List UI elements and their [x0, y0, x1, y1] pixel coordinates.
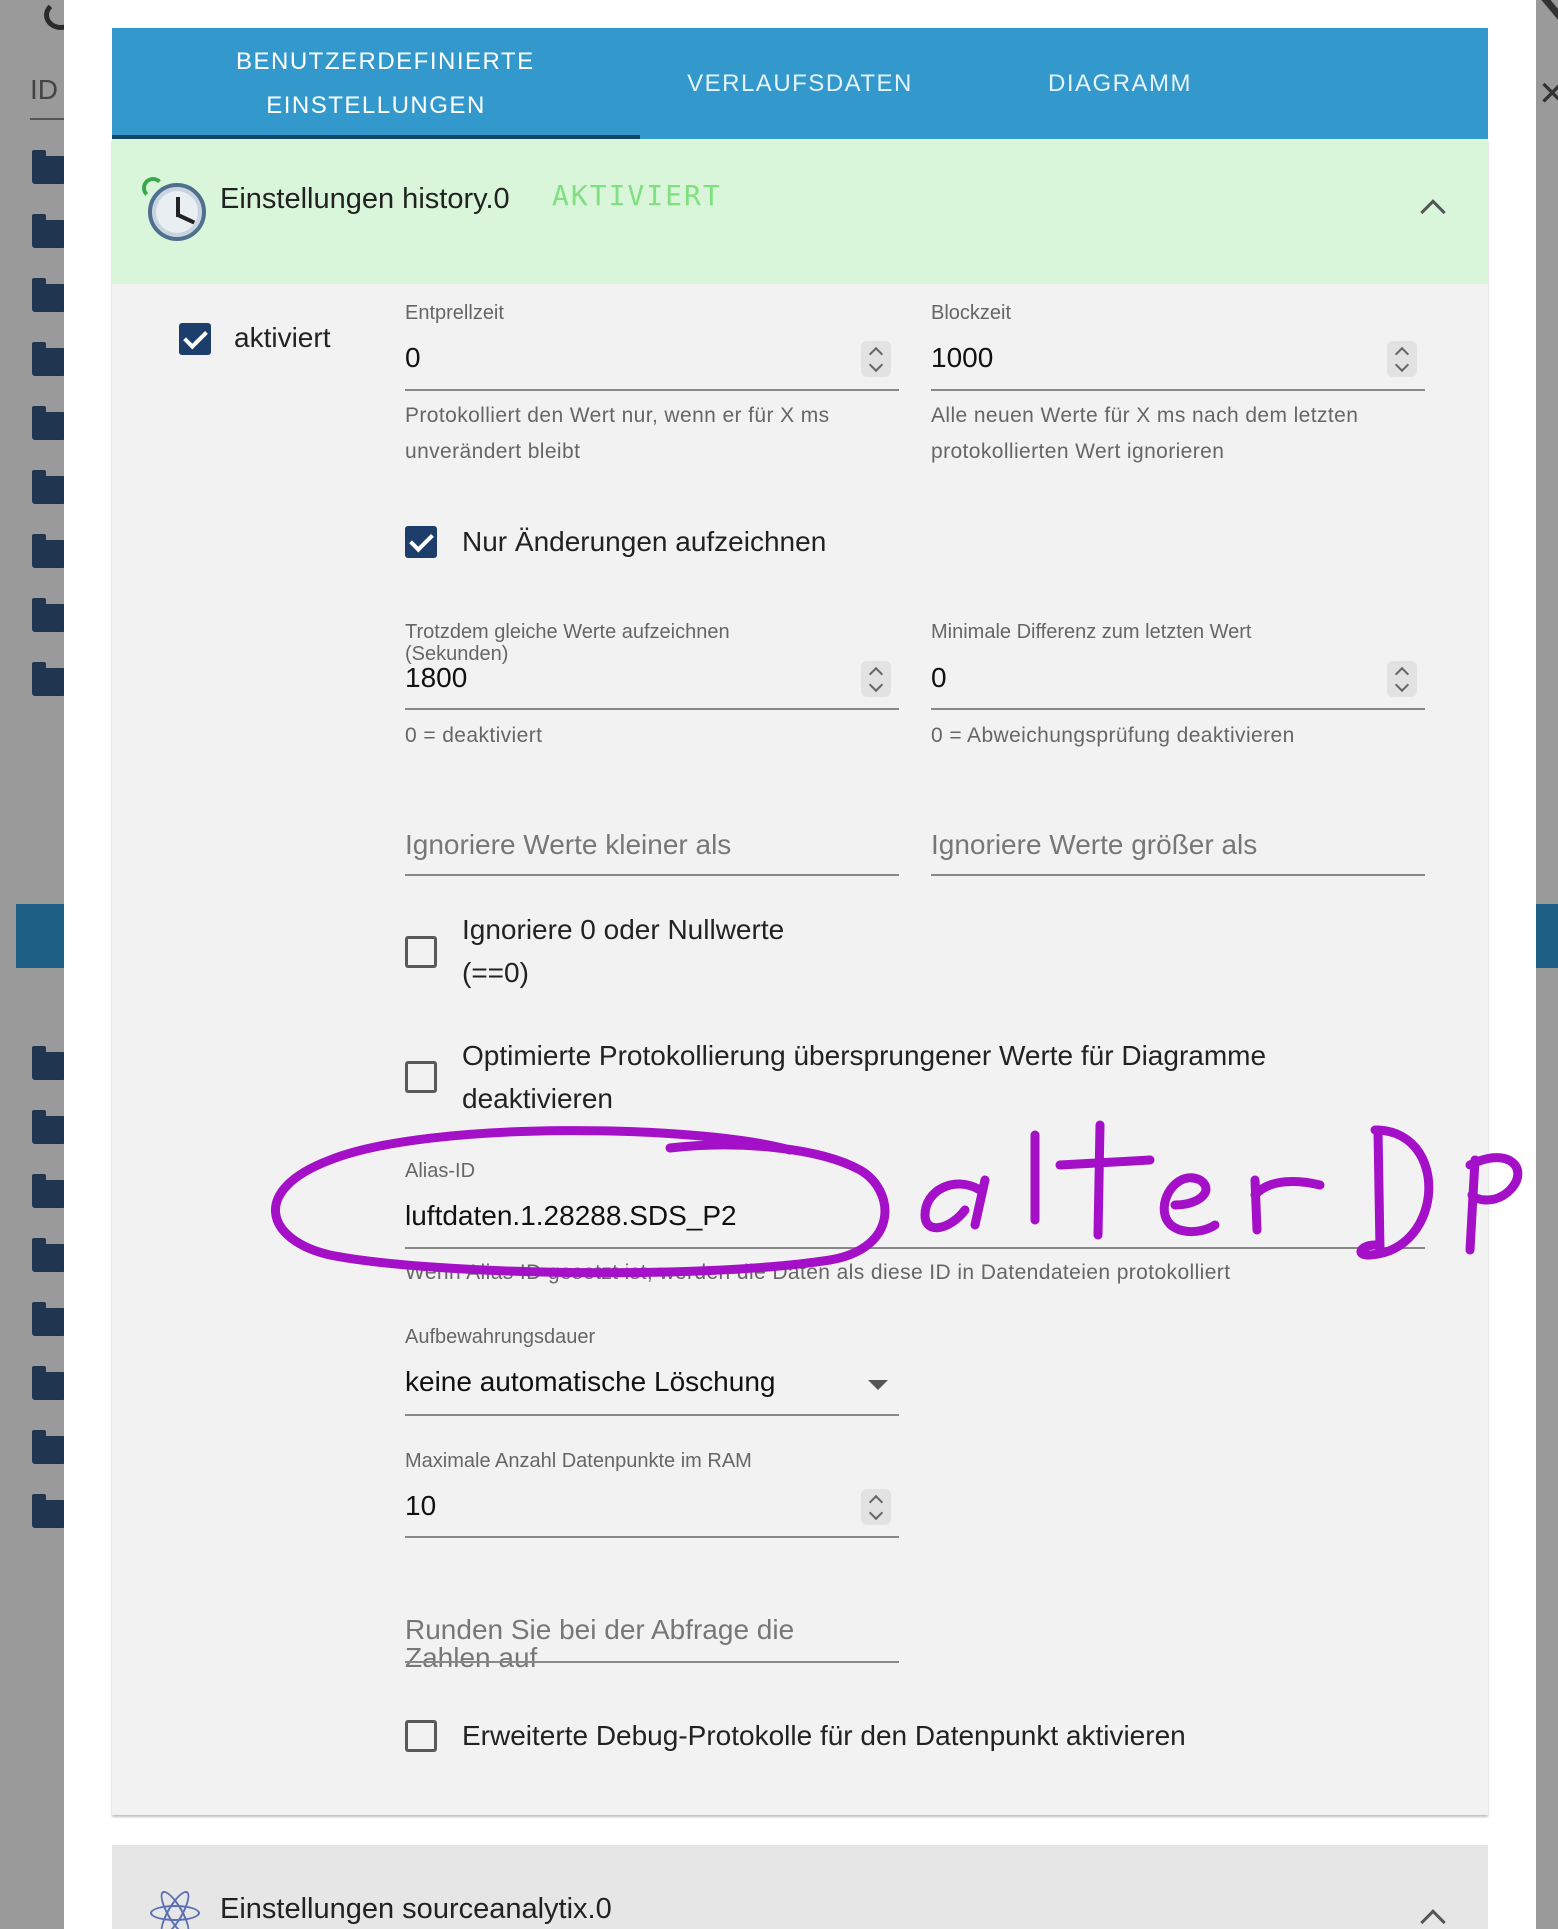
debounce-stepper[interactable]: [861, 341, 891, 377]
only-changes-label: Nur Änderungen aufzeichnen: [462, 526, 827, 557]
max-ram-label: Maximale Anzahl Datenpunkte im RAM: [405, 1450, 752, 1472]
debounce-input[interactable]: 0: [405, 342, 421, 374]
panel-content: aktiviert Entprellzeit 0 Protokolliert d…: [112, 284, 1488, 1814]
tab-history-data-label: VERLAUFSDATEN: [687, 69, 913, 97]
still-record-label: Trotzdem gleiche Werte aufzeichnen (Seku…: [405, 621, 730, 665]
max-ram-input[interactable]: 10: [405, 1490, 436, 1522]
min-diff-underline: [931, 708, 1425, 710]
retention-select[interactable]: keine automatische Löschung: [405, 1366, 775, 1398]
ignore-zero-label: Ignoriere 0 oder Nullwerte (==0): [462, 914, 785, 988]
alias-id-help: Wenn Alias ID gesetzt ist, werden die Da…: [405, 1261, 1231, 1284]
folder-icon: [32, 278, 66, 312]
still-record-input[interactable]: 1800: [405, 662, 467, 694]
folder-icon: [32, 1046, 66, 1080]
min-diff-input[interactable]: 0: [931, 662, 947, 694]
folder-icon: [32, 1430, 66, 1464]
blocktime-underline: [931, 389, 1425, 391]
panel-title: Einstellungen history.0: [220, 183, 510, 215]
alias-id-input[interactable]: luftdaten.1.28288.SDS_P2: [405, 1200, 737, 1232]
folder-icon: [32, 1366, 66, 1400]
debounce-help: Protokolliert den Wert nur, wenn er für …: [405, 404, 830, 463]
blocktime-help: Alle neuen Werte für X ms nach dem letzt…: [931, 404, 1359, 463]
dropdown-arrow-icon[interactable]: [868, 1380, 888, 1390]
still-record-underline: [405, 708, 899, 710]
folder-icon: [32, 1110, 66, 1144]
folder-icon: [32, 534, 66, 568]
folder-icon: [32, 1238, 66, 1272]
folder-icon: [32, 598, 66, 632]
blocktime-stepper[interactable]: [1387, 341, 1417, 377]
id-column-header: ID: [30, 74, 58, 105]
tab-history-data[interactable]: VERLAUFSDATEN: [640, 28, 960, 139]
ignore-higher-input[interactable]: Ignoriere Werte größer als: [931, 829, 1257, 861]
folder-icon: [32, 214, 66, 248]
id-column-underline: [30, 118, 64, 120]
sourceanalytix-settings-panel[interactable]: Einstellungen sourceanalytix.0: [112, 1845, 1488, 1929]
folder-icon: [32, 1494, 66, 1528]
min-diff-label: Minimale Differenz zum letzten Wert: [931, 621, 1252, 643]
panel-header[interactable]: Einstellungen history.0 AKTIVIERT: [112, 139, 1488, 284]
selected-row-highlight: [16, 904, 66, 968]
blocktime-label: Blockzeit: [931, 302, 1012, 324]
settings-dialog: BENUTZERDEFINIERTE EINSTELLUNGEN VERLAUF…: [64, 0, 1536, 1929]
close-icon: ✕: [1538, 75, 1558, 113]
round-input[interactable]: Runden Sie bei der Abfrage die Zahlen au…: [405, 1616, 825, 1672]
folder-icon: [32, 342, 66, 376]
panel2-title: Einstellungen sourceanalytix.0: [220, 1893, 612, 1925]
folder-icon: [32, 1302, 66, 1336]
min-diff-help: 0 = Abweichungsprüfung deaktivieren: [931, 724, 1295, 747]
tab-bar: BENUTZERDEFINIERTE EINSTELLUNGEN VERLAUF…: [112, 28, 1488, 139]
folder-icon: [32, 150, 66, 184]
max-ram-underline: [405, 1536, 899, 1538]
round-underline: [405, 1661, 899, 1663]
alias-id-underline: [405, 1247, 1425, 1249]
tab-custom-settings-label: BENUTZERDEFINIERTE EINSTELLUNGEN: [236, 47, 535, 119]
chevron-up-icon[interactable]: [1420, 199, 1446, 225]
debounce-underline: [405, 389, 899, 391]
ignore-zero-checkbox[interactable]: [405, 936, 437, 968]
debug-label: Erweiterte Debug-Protokolle für den Date…: [462, 1720, 1186, 1751]
debug-checkbox[interactable]: [405, 1720, 437, 1752]
chevron-up-icon[interactable]: [1420, 1909, 1446, 1929]
folder-icon: [32, 406, 66, 440]
atom-icon: [150, 1887, 200, 1929]
refresh-arrow-icon: [142, 177, 164, 199]
ignore-lower-underline: [405, 874, 899, 876]
enabled-label: aktiviert: [234, 322, 331, 353]
ignore-higher-underline: [931, 874, 1425, 876]
still-record-help: 0 = deaktiviert: [405, 724, 543, 747]
status-badge: AKTIVIERT: [552, 179, 722, 212]
max-ram-stepper[interactable]: [861, 1489, 891, 1525]
optimized-logging-label: Optimierte Protokollierung übersprungene…: [462, 1040, 1267, 1114]
min-diff-stepper[interactable]: [1387, 661, 1417, 697]
selected-row-highlight-right: [1536, 904, 1558, 968]
retention-underline: [405, 1414, 899, 1416]
retention-label: Aufbewahrungsdauer: [405, 1326, 596, 1348]
history-settings-panel: Einstellungen history.0 AKTIVIERT aktivi…: [112, 139, 1488, 1815]
tab-chart[interactable]: DIAGRAMM: [960, 28, 1280, 139]
only-changes-checkbox[interactable]: [405, 526, 437, 558]
ignore-lower-input[interactable]: Ignoriere Werte kleiner als: [405, 829, 731, 861]
folder-open-icon: [32, 662, 66, 696]
tab-custom-settings[interactable]: BENUTZERDEFINIERTE EINSTELLUNGEN: [112, 28, 640, 139]
alias-id-label: Alias-ID: [405, 1160, 476, 1182]
tab-chart-label: DIAGRAMM: [1048, 69, 1192, 97]
enabled-checkbox[interactable]: [179, 323, 211, 355]
blocktime-input[interactable]: 1000: [931, 342, 993, 374]
folder-icon: [32, 470, 66, 504]
still-record-stepper[interactable]: [861, 661, 891, 697]
optimized-logging-checkbox[interactable]: [405, 1061, 437, 1093]
folder-icon: [32, 1174, 66, 1208]
debounce-label: Entprellzeit: [405, 302, 504, 324]
